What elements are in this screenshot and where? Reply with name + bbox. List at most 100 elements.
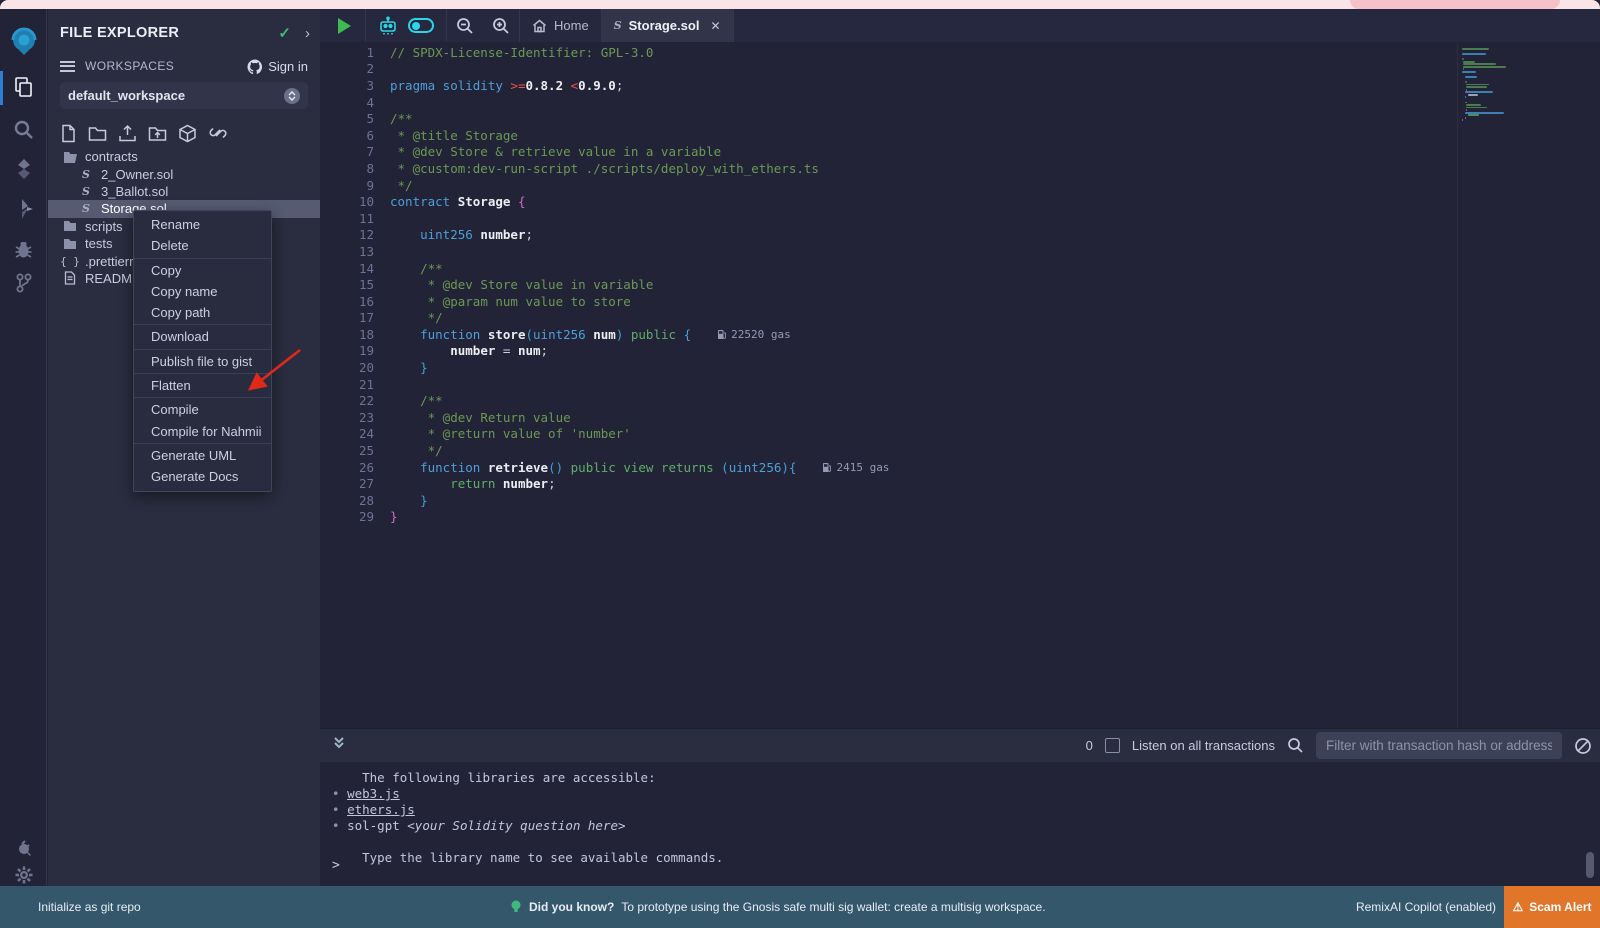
tab-home-label: Home (554, 18, 589, 33)
solidity-icon: S (78, 168, 94, 181)
terminal-line: • sol-gpt <your Solidity question here> (320, 818, 1600, 834)
terminal-header: 0 Listen on all transactions (320, 728, 1600, 762)
init-git-repo-button[interactable]: Initialize as git repo (38, 886, 141, 928)
sign-in-button[interactable]: Sign in (247, 59, 308, 74)
check-icon: ✓ (278, 24, 291, 42)
workspace-name: default_workspace (68, 88, 185, 103)
copilot-status-label[interactable]: RemixAI Copilot (enabled) (1356, 886, 1496, 928)
menu-item-compile[interactable]: Compile (134, 399, 271, 420)
code-line-5: 5/** (320, 110, 1600, 127)
tab-close-icon[interactable]: ✕ (710, 19, 720, 33)
terminal-prompt[interactable]: > (332, 858, 340, 873)
play-icon (338, 18, 351, 34)
code-line-10: 10contract Storage { (320, 193, 1600, 210)
new-folder-icon[interactable] (88, 125, 107, 142)
menu-item-generate-docs[interactable]: Generate Docs (134, 466, 271, 487)
tab-storage-label: Storage.sol (629, 18, 700, 33)
code-line-2: 2 (320, 61, 1600, 78)
solidity-compiler-icon[interactable] (0, 151, 47, 187)
workspace-select[interactable]: default_workspace (60, 82, 308, 109)
red-annotation-arrow (230, 340, 320, 402)
remix-ide-window: FILE EXPLORER ✓ › WORKSPACES Sign in def… (0, 0, 1600, 928)
collapse-chevron-icon[interactable]: › (305, 25, 310, 42)
menu-item-copy-path[interactable]: Copy path (134, 302, 271, 323)
listen-all-label: Listen on all transactions (1132, 738, 1275, 753)
upload-folder-icon[interactable] (148, 125, 167, 142)
icon-rail (0, 9, 47, 928)
import-box-icon[interactable] (178, 124, 197, 143)
code-line-20: 20 } (320, 359, 1600, 376)
code-line-14: 14 /** (320, 260, 1600, 277)
listen-all-checkbox[interactable] (1105, 738, 1120, 753)
menu-item-copy[interactable]: Copy (134, 260, 271, 281)
tree-item-2-owner-sol[interactable]: S2_Owner.sol (48, 165, 320, 182)
search-plugin-icon[interactable] (0, 111, 47, 147)
file-icon (62, 271, 78, 285)
terminal-link[interactable]: ethers.js (347, 802, 415, 817)
code-editor[interactable]: 1// SPDX-License-Identifier: GPL-3.023pr… (320, 42, 1600, 728)
run-script-button[interactable] (320, 9, 365, 42)
code-line-22: 22 /** (320, 392, 1600, 409)
code-line-1: 1// SPDX-License-Identifier: GPL-3.0 (320, 44, 1600, 61)
git-plugin-icon[interactable] (0, 265, 47, 301)
tree-item-contracts[interactable]: contracts (48, 148, 320, 165)
clear-console-icon[interactable] (1574, 737, 1592, 755)
code-line-18: 18 function store(uint256 num) public {2… (320, 326, 1600, 343)
scam-alert-button[interactable]: ⚠ Scam Alert (1504, 886, 1600, 928)
file-explorer-icon[interactable] (0, 69, 47, 105)
code-line-26: 26 function retrieve() public view retur… (320, 459, 1600, 476)
tip-text: To prototype using the Gnosis safe multi… (621, 900, 1045, 914)
code-line-19: 19 number = num; (320, 343, 1600, 360)
code-line-27: 27 return number; (320, 475, 1600, 492)
remix-logo-icon[interactable] (0, 23, 47, 59)
tree-item-3-ballot-sol[interactable]: S3_Ballot.sol (48, 183, 320, 200)
tab-storage-sol[interactable]: S Storage.sol ✕ (602, 9, 733, 42)
code-line-6: 6 * @title Storage (320, 127, 1600, 144)
menu-item-rename[interactable]: Rename (134, 214, 271, 235)
remixai-assistant-button[interactable] (366, 9, 402, 42)
warning-icon: ⚠ (1512, 900, 1523, 914)
terminal-search-icon[interactable] (1287, 737, 1304, 754)
gas-estimate-badge: 2415 gas (822, 461, 889, 474)
terminal-scrollbar[interactable] (1586, 852, 1594, 878)
debugger-icon[interactable] (0, 231, 47, 267)
lightbulb-icon (510, 899, 522, 915)
deploy-run-icon[interactable] (0, 191, 47, 227)
zoom-in-button[interactable] (483, 9, 519, 42)
zoom-out-button[interactable] (447, 9, 483, 42)
menu-item-compile-for-nahmii[interactable]: Compile for Nahmii (134, 421, 271, 442)
code-line-29: 29} (320, 509, 1600, 526)
code-line-4: 4 (320, 94, 1600, 111)
code-line-11: 11 (320, 210, 1600, 227)
braces-icon: { } (62, 255, 78, 268)
code-line-24: 24 * @return value of 'number' (320, 426, 1600, 443)
tip-bold-label: Did you know? (529, 900, 614, 914)
menu-item-delete[interactable]: Delete (134, 235, 271, 256)
terminal-link[interactable]: web3.js (347, 786, 400, 801)
copilot-toggle[interactable] (402, 9, 446, 42)
tab-home[interactable]: Home (520, 9, 601, 42)
workspace-select-arrows-icon (284, 88, 300, 104)
code-line-15: 15 * @dev Store value in variable (320, 276, 1600, 293)
robot-icon (378, 16, 398, 36)
solidity-icon: S (78, 185, 94, 198)
browser-top-pill (1350, 0, 1560, 9)
workspace-menu-icon[interactable] (60, 58, 75, 74)
new-file-icon[interactable] (60, 124, 77, 143)
code-line-9: 9 */ (320, 177, 1600, 194)
upload-file-icon[interactable] (118, 124, 137, 143)
collapse-terminal-icon[interactable] (332, 735, 346, 756)
folder-icon (62, 238, 78, 250)
did-you-know-tip: Did you know? To prototype using the Gno… (510, 886, 1046, 928)
code-line-17: 17 */ (320, 310, 1600, 327)
link-icon[interactable] (208, 124, 228, 142)
folder-icon (62, 220, 78, 232)
terminal-line: Type the library name to see available c… (320, 850, 1600, 866)
terminal-output[interactable]: The following libraries are accessible:•… (320, 762, 1600, 886)
menu-item-generate-uml[interactable]: Generate UML (134, 445, 271, 466)
editor-minimap[interactable] (1457, 44, 1563, 728)
status-bar: Initialize as git repo Did you know? To … (0, 886, 1600, 928)
transaction-filter-input[interactable] (1316, 732, 1562, 759)
menu-item-copy-name[interactable]: Copy name (134, 281, 271, 302)
code-line-12: 12 uint256 number; (320, 227, 1600, 244)
